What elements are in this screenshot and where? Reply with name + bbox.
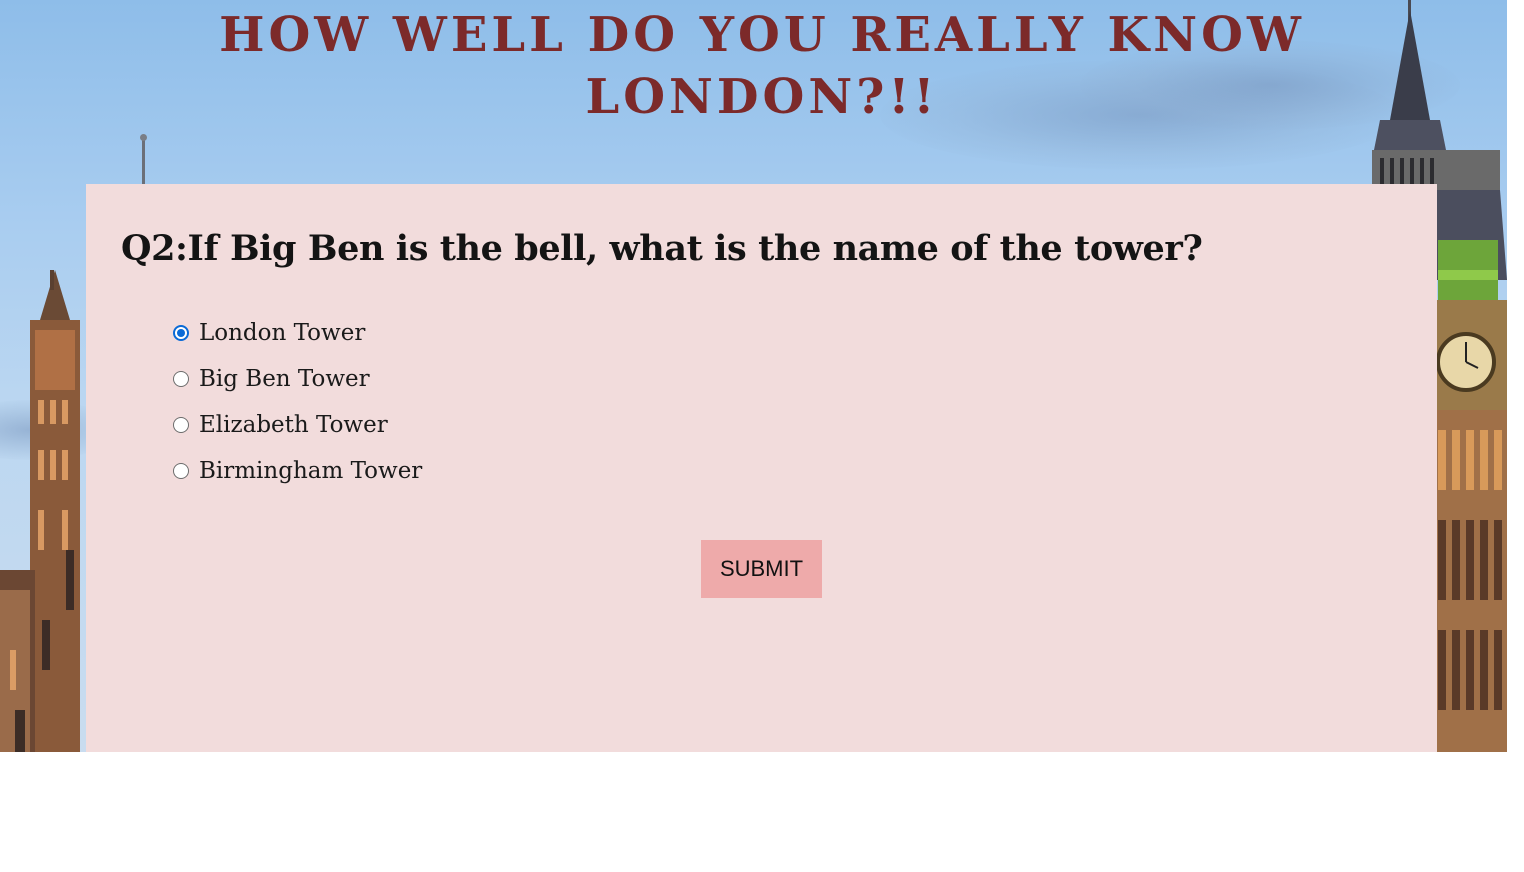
answer-option-label[interactable]: Elizabeth Tower [199,412,388,438]
answer-option[interactable]: Big Ben Tower [173,356,422,402]
page-title-line-1: HOW WELL DO YOU REALLY KNOW [219,7,1305,63]
page-title-line-2: LONDON?!! [585,69,939,125]
submit-button[interactable]: SUBMIT [701,540,822,598]
radio-button-selected[interactable] [173,325,189,341]
answer-option-label[interactable]: Big Ben Tower [199,366,370,392]
answer-option-label[interactable]: Birmingham Tower [199,458,422,484]
answer-option[interactable]: Birmingham Tower [173,448,422,494]
answer-option-label[interactable]: London Tower [199,320,365,346]
spire-decoration [142,138,145,186]
page-title: HOW WELL DO YOU REALLY KNOW LONDON?!! [0,4,1524,128]
answer-options: London Tower Big Ben Tower Elizabeth Tow… [173,310,422,494]
radio-button[interactable] [173,463,189,479]
question-text: Q2:If Big Ben is the bell, what is the n… [121,228,1203,269]
palace-of-westminster-image [0,270,80,752]
answer-option[interactable]: London Tower [173,310,422,356]
answer-option[interactable]: Elizabeth Tower [173,402,422,448]
quiz-card: Q2:If Big Ben is the bell, what is the n… [86,184,1437,752]
radio-button[interactable] [173,417,189,433]
radio-button[interactable] [173,371,189,387]
